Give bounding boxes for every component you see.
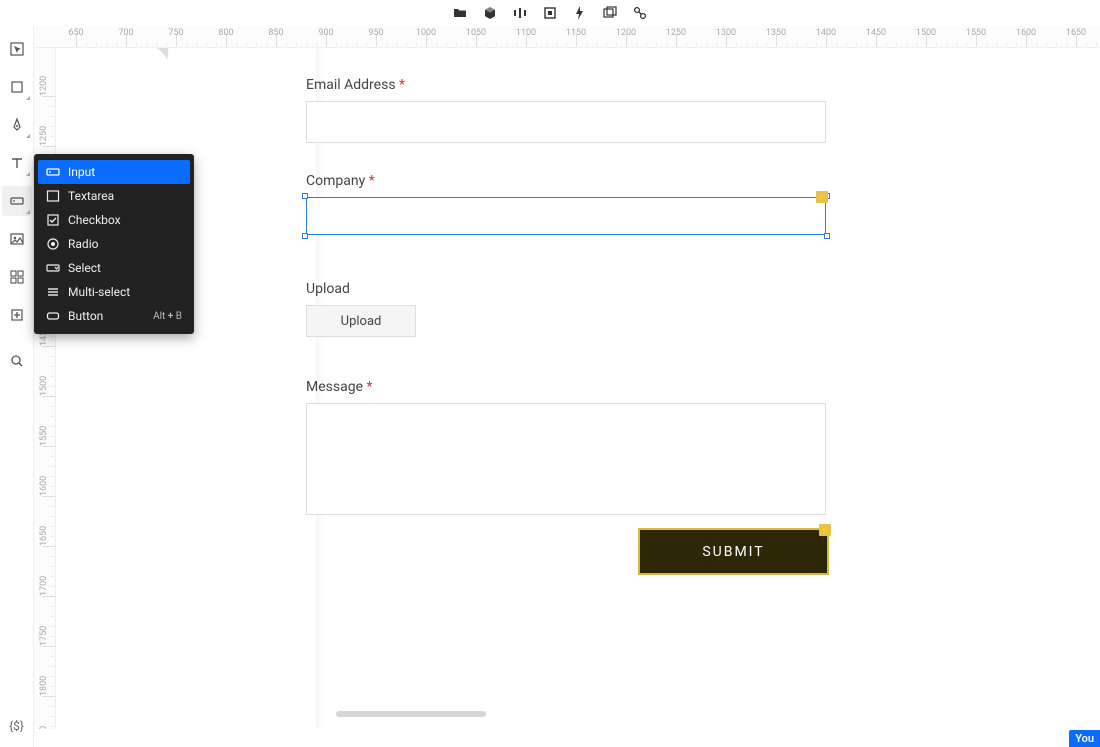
top-icon-bar [0,0,1100,26]
pen-tool[interactable] [2,110,32,140]
textarea-icon [46,189,60,203]
cube-icon[interactable] [482,5,498,21]
link-icon[interactable] [632,5,648,21]
box-icon[interactable] [542,5,558,21]
popup-item-checkbox[interactable]: Checkbox [38,208,190,232]
frame-tool[interactable] [2,72,32,102]
textarea-message[interactable] [306,403,826,515]
popup-item-label: Radio [68,237,98,251]
popup-item-multi-select[interactable]: Multi-select [38,280,190,304]
shortcut-label: Alt + B [153,311,182,322]
text-tool[interactable] [2,148,32,178]
input-company[interactable] [306,197,826,235]
required-star: * [399,77,405,93]
popup-item-textarea[interactable]: Textarea [38,184,190,208]
selection-handle[interactable] [302,193,308,199]
field-message: Message * [306,376,826,515]
selection-handle[interactable] [824,233,830,239]
field-company: Company * ⚡ [306,170,826,235]
ruler-vertical: 1200125013001350140014501500155016001650… [34,48,56,729]
artboard-shadow [56,48,316,729]
field-upload: Upload Upload [306,278,826,337]
folder-icon[interactable] [452,5,468,21]
components-tool[interactable] [2,262,32,292]
layers-icon[interactable] [602,5,618,21]
interaction-badge-icon[interactable]: ⚡ [819,524,831,536]
multiselect-icon [46,285,60,299]
flash-icon[interactable] [572,5,588,21]
popup-item-label: Select [68,261,101,275]
label-email: Email Address * [306,77,405,93]
checkbox-icon [46,213,60,227]
label-company: Company * [306,173,375,189]
input-email[interactable] [306,101,826,143]
horizontal-scrollbar[interactable] [56,711,1100,717]
required-star: * [369,173,375,189]
scroll-thumb[interactable] [336,711,486,717]
button-icon [46,309,60,323]
distribute-icon[interactable] [512,5,528,21]
submit-button[interactable]: SUBMIT [638,528,829,575]
form-element-tool[interactable] [2,186,32,216]
popup-item-label: Textarea [68,189,114,203]
select-icon [46,261,60,275]
upload-button[interactable]: Upload [306,305,416,337]
search-tool[interactable] [2,346,32,376]
insert-tool[interactable] [2,300,32,330]
popup-item-label: Multi-select [68,285,130,299]
popup-item-label: Checkbox [68,213,121,227]
submit-button-wrap: SUBMIT ⚡ [638,528,829,575]
presence-you[interactable]: You [1069,730,1100,747]
variables-tool[interactable]: {$} [2,711,32,741]
popup-item-input[interactable]: Input [38,160,190,184]
popup-item-select[interactable]: Select [38,256,190,280]
popup-item-label: Button [68,309,103,323]
popup-item-button[interactable]: Button Alt + B [38,304,190,328]
speech-pointer-icon [142,48,192,68]
interaction-badge-icon[interactable]: ⚡ [816,191,828,203]
image-tool[interactable] [2,224,32,254]
ruler-horizontal: 6507007508008509009501000105011001150120… [34,26,1100,48]
form-element-popup: Input Textarea Checkbox Radio Select Multi-se… [34,154,194,334]
radio-icon [46,237,60,251]
tool-rail: {$} [0,26,34,747]
popup-item-label: Input [68,165,95,179]
field-email: Email Address * [306,74,826,143]
cursor-in-box-tool[interactable] [2,34,32,64]
label-message: Message * [306,379,373,395]
input-icon [46,165,60,179]
popup-item-radio[interactable]: Radio [38,232,190,256]
required-star: * [366,379,372,395]
label-upload: Upload [306,281,350,297]
selection-handle[interactable] [302,233,308,239]
canvas[interactable]: Email Address * Company * ⚡ Upload Uploa… [56,48,1100,729]
